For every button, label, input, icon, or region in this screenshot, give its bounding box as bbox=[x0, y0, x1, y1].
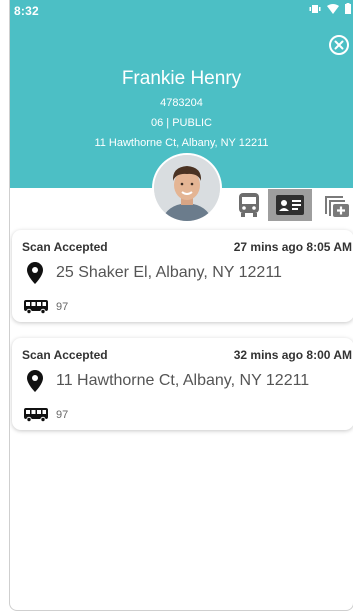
bus-icon bbox=[239, 193, 259, 217]
vibrate-icon bbox=[309, 4, 321, 13]
status-time: 8:32 bbox=[14, 4, 39, 18]
scan-time: 32 mins ago 8:00 AM bbox=[233, 348, 352, 362]
app-frame: 8:32 Frankie Henry 4783204 06 | PUBLIC 1… bbox=[9, 0, 353, 611]
bus-icon bbox=[24, 408, 48, 422]
scan-time: 27 mins ago 8:05 AM bbox=[233, 240, 352, 254]
add-copy-icon bbox=[325, 196, 349, 217]
student-id: 4783204 bbox=[160, 97, 203, 109]
scan-route: 97 bbox=[56, 301, 69, 313]
student-address: 11 Hawthorne Ct, Albany, NY 12211 bbox=[94, 137, 269, 149]
status-icons bbox=[309, 3, 351, 14]
scan-status: Scan Accepted bbox=[22, 348, 108, 362]
tab-id-card[interactable] bbox=[268, 189, 312, 221]
scan-card[interactable]: Scan Accepted 27 mins ago 8:05 AM 25 Sha… bbox=[12, 230, 353, 322]
location-pin-icon bbox=[27, 262, 43, 284]
scan-card[interactable]: Scan Accepted 32 mins ago 8:00 AM 11 Haw… bbox=[12, 338, 353, 430]
avatar-photo bbox=[154, 155, 220, 221]
tab-bus[interactable] bbox=[232, 189, 266, 221]
bus-icon bbox=[24, 300, 48, 314]
scan-status: Scan Accepted bbox=[22, 240, 108, 254]
close-icon[interactable] bbox=[328, 34, 350, 56]
student-grade-school: 06 | PUBLIC bbox=[151, 117, 212, 129]
tab-add-copy[interactable] bbox=[320, 189, 353, 221]
status-bar: 8:32 bbox=[10, 0, 353, 22]
scan-route: 97 bbox=[56, 409, 69, 421]
wifi-icon bbox=[327, 3, 339, 14]
id-card-icon bbox=[276, 195, 304, 215]
student-name: Frankie Henry bbox=[121, 68, 242, 89]
avatar bbox=[154, 155, 220, 221]
location-pin-icon bbox=[27, 370, 43, 392]
battery-icon bbox=[345, 3, 351, 14]
scan-address: 11 Hawthorne Ct, Albany, NY 12211 bbox=[56, 372, 310, 389]
scan-address: 25 Shaker El, Albany, NY 12211 bbox=[56, 264, 282, 281]
